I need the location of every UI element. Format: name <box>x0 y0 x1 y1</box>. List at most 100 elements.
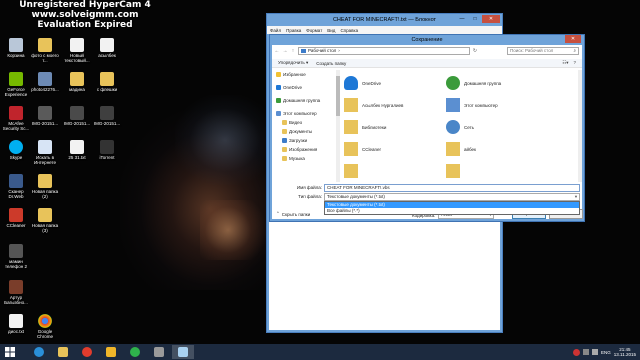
address-bar[interactable]: Рабочий стол › <box>298 47 470 55</box>
desktop-icon-folder[interactable]: мадина <box>62 72 92 92</box>
nav-item-this-pc[interactable]: Этот компьютер <box>274 109 336 118</box>
minimize-button[interactable]: — <box>456 15 468 23</box>
file-item-this-pc[interactable]: Этот компьютер <box>446 98 498 112</box>
desktop-icon-skype[interactable]: Skype <box>1 140 31 160</box>
desktop-icon-ccleaner[interactable]: CCleaner <box>1 208 31 228</box>
hide-folders-toggle[interactable]: ⌃ Скрыть папки <box>276 211 310 217</box>
organize-button[interactable]: Упорядочить ▾ <box>278 60 308 66</box>
desktop-icon-label: Google Chrome <box>36 329 53 339</box>
desktop-icon-torrent[interactable]: iTorrent <box>92 140 122 160</box>
desktop-icon-text-file[interactable]: Новый текстовый... <box>62 38 92 63</box>
filename-input[interactable]: CHEAT FOR MINECRAFT!.vbs <box>324 184 580 192</box>
computer-icon <box>276 111 281 116</box>
recording-icon[interactable] <box>573 348 581 356</box>
desktop-icon-drweb[interactable]: Сканер Dr.Web <box>1 174 31 199</box>
desktop-location-icon <box>301 49 306 53</box>
desktop-icon-chrome[interactable]: Google Chrome <box>30 314 60 339</box>
refresh-icon[interactable]: ↻ <box>472 48 478 54</box>
files-scrollbar[interactable] <box>578 70 582 182</box>
close-button[interactable]: ✕ <box>482 15 500 23</box>
menu-format[interactable]: Формат <box>306 28 322 33</box>
dropdown-option-all[interactable]: Все файлы (*.*) <box>325 208 579 214</box>
desktop-icon-folder[interactable]: с флешки <box>92 72 122 92</box>
file-item-onedrive[interactable]: OneDrive <box>344 76 381 90</box>
desktop-icon-label: McAfee Security Sc... <box>2 121 30 131</box>
taskbar-yandex[interactable] <box>76 345 98 359</box>
search-input[interactable]: Поиск: Рабочий стол ⌕ <box>507 47 579 55</box>
nav-item-documents[interactable]: Документы <box>274 127 336 136</box>
nav-item-favorites[interactable]: Избранное <box>274 70 336 79</box>
back-arrow-icon[interactable]: ← <box>274 48 280 54</box>
desktop-icon-search[interactable]: Искать в Интернете <box>30 140 60 165</box>
save-dialog[interactable]: Сохранение ✕ ← → ↑ Рабочий стол › ↻ Поис… <box>269 34 585 222</box>
menu-help[interactable]: Справка <box>340 28 358 33</box>
desktop-icon-folder[interactable]: Новая папка (2) <box>30 174 60 199</box>
homegroup-icon <box>446 76 460 90</box>
desktop-icon-phone-folder[interactable]: мамин телефон 2 <box>1 244 31 269</box>
desktop-icon-text-file[interactable]: 25 31.txt <box>62 140 92 160</box>
file-item-network[interactable]: Сеть <box>446 120 474 134</box>
desktop-icon-label: IMG-20151... <box>31 121 59 126</box>
file-item-homegroup[interactable]: Домашняя группа <box>446 76 501 90</box>
clock[interactable]: 21:45 13.11.2015 <box>614 347 636 357</box>
desktop-icon-text-file[interactable]: диос.txt <box>1 314 31 334</box>
desktop-icon-geforce[interactable]: GeForce Experience <box>1 72 31 97</box>
file-item-folder[interactable] <box>344 164 362 178</box>
desktop-icon-label: iTorrent <box>99 155 115 160</box>
menu-edit[interactable]: Правка <box>286 28 301 33</box>
user-folder-icon <box>344 98 358 112</box>
folder-icon <box>344 164 358 178</box>
taskbar-store[interactable] <box>100 345 122 359</box>
nav-label: Этот компьютер <box>283 111 317 116</box>
desktop-icon-image[interactable]: IMG-20151... <box>92 106 122 126</box>
desktop-icon-folder[interactable]: Новая папка (3) <box>30 208 60 233</box>
volume-icon[interactable] <box>592 349 599 355</box>
nav-item-videos[interactable]: Видео <box>274 118 336 127</box>
dialog-close-button[interactable]: ✕ <box>565 35 581 43</box>
forward-arrow-icon[interactable]: → <box>282 48 288 54</box>
taskbar-media[interactable] <box>148 345 170 359</box>
desktop-icon-folder[interactable]: фото с моего т... <box>30 38 60 63</box>
taskbar-explorer[interactable] <box>52 345 74 359</box>
up-arrow-icon[interactable]: ↑ <box>290 48 296 54</box>
file-label: Библиотеки <box>362 124 387 130</box>
desktop-icon-contact[interactable]: Артур Багызбно... <box>1 280 31 305</box>
desktop-icon-recycle-bin[interactable]: Корзина <box>1 38 31 58</box>
new-folder-button[interactable]: Создать папку <box>316 61 346 66</box>
maximize-button[interactable]: □ <box>469 15 481 23</box>
desktop-icon-label: IMG-20151... <box>93 121 121 126</box>
nav-item-music[interactable]: Музыка <box>274 154 336 163</box>
file-label: Асылбек Нургалиев <box>362 102 404 108</box>
nav-item-homegroup[interactable]: Домашняя группа <box>274 96 336 105</box>
desktop-icon-mcafee[interactable]: McAfee Security Sc... <box>1 106 31 131</box>
start-button[interactable] <box>0 344 20 360</box>
help-icon[interactable]: ? <box>573 60 576 66</box>
desktop-icon-image[interactable]: IMG-20151... <box>30 106 60 126</box>
nav-item-downloads[interactable]: Загрузки <box>274 136 336 145</box>
desktop-icon-file[interactable]: асылбек <box>92 38 122 58</box>
filetype-select[interactable]: Текстовые документы (*.txt) ▼ <box>324 193 580 201</box>
desktop-icon-label: Артур Багызбно... <box>4 295 28 305</box>
view-options-icon[interactable]: ☷▾ <box>562 60 568 66</box>
scrollbar-thumb[interactable] <box>336 76 340 116</box>
file-item-ccleaner[interactable]: CCleaner <box>344 142 381 156</box>
desktop-icon-photo[interactable]: photo42276... <box>30 72 60 92</box>
file-item-user-folder[interactable]: Асылбек Нургалиев <box>344 98 403 112</box>
geforce-icon <box>9 72 23 86</box>
menu-view[interactable]: Вид <box>327 28 335 33</box>
nav-scrollbar[interactable] <box>336 70 340 182</box>
network-tray-icon[interactable] <box>583 349 590 355</box>
ccleaner-icon <box>9 208 23 222</box>
nav-item-pictures[interactable]: Изображения <box>274 145 336 154</box>
nav-item-onedrive[interactable]: OneDrive <box>274 83 336 92</box>
file-item-aibek[interactable]: айбек <box>446 142 476 156</box>
taskbar-ie[interactable] <box>28 345 50 359</box>
desktop-icon-label: photo42276... <box>31 87 59 92</box>
taskbar-agent[interactable] <box>124 345 146 359</box>
desktop-icon-image[interactable]: IMG-20151... <box>62 106 92 126</box>
file-item-folder[interactable] <box>446 164 464 178</box>
taskbar-notepad[interactable] <box>172 345 194 359</box>
language-indicator[interactable]: ENG <box>601 350 611 355</box>
file-item-libraries[interactable]: Библиотеки <box>344 120 386 134</box>
menu-file[interactable]: Файл <box>270 28 281 33</box>
